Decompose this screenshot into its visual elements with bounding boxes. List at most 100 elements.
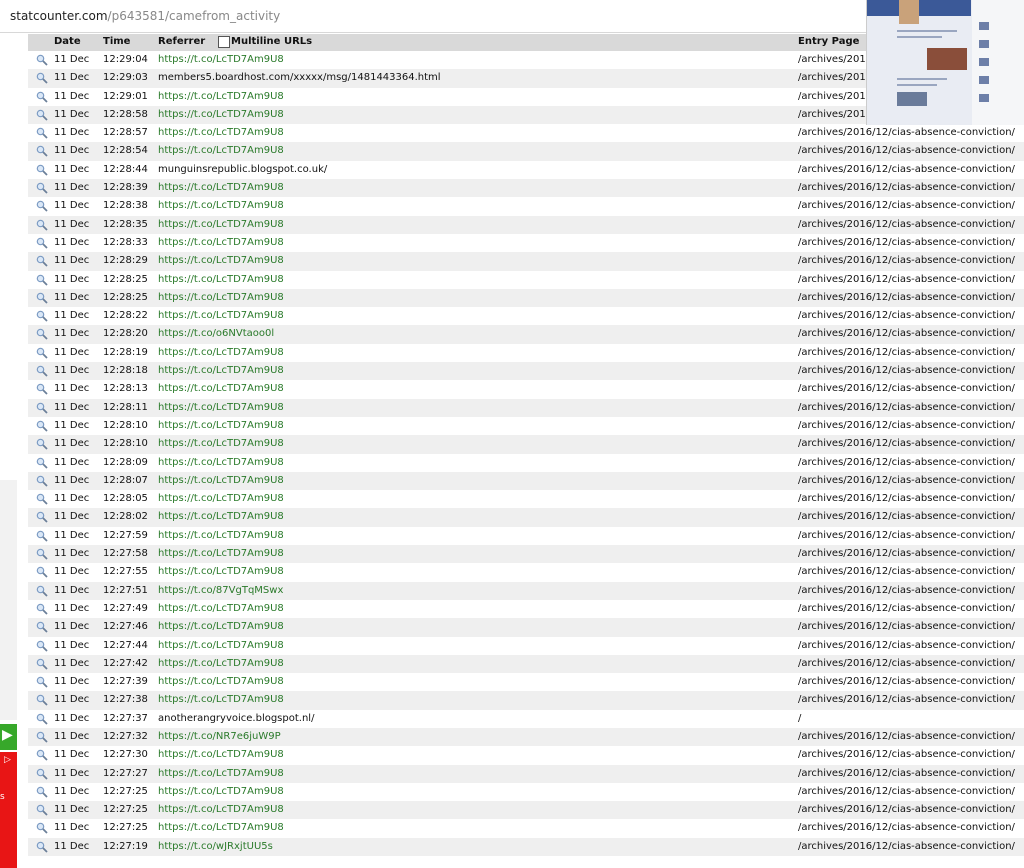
cell-referrer-link[interactable]: https://t.co/LcTD7Am9U8 (158, 124, 284, 142)
magnifier-icon[interactable] (36, 585, 48, 597)
cell-entry-page[interactable]: /archives/2016/12/cias-absence-convictio… (798, 142, 1015, 160)
magnifier-icon[interactable] (36, 402, 48, 414)
cell-entry-page[interactable]: /archives/2016/12/cias-absence-convictio… (798, 545, 1015, 563)
cell-entry-page[interactable]: /archives/2016/12/cias-absence-convictio… (798, 399, 1015, 417)
magnifier-icon[interactable] (36, 328, 48, 341)
cell-entry-page[interactable]: /archives/2016/12/cias-absence-convictio… (798, 454, 1015, 472)
cell-entry-page[interactable]: /archives/2016/12/cias-absence-convictio… (798, 252, 1015, 270)
magnifier-icon[interactable] (36, 438, 48, 450)
magnifier-icon[interactable] (36, 237, 48, 249)
magnifier-icon[interactable] (36, 109, 48, 121)
cell-referrer-link[interactable]: https://t.co/LcTD7Am9U8 (158, 545, 284, 563)
cell-entry-page[interactable]: /archives/2016/12/cias-absence-convictio… (798, 563, 1015, 581)
header-time[interactable]: Time (103, 36, 130, 47)
cell-entry-page[interactable]: /archives/2016/12/cias-absence-convictio… (798, 362, 1015, 380)
magnifier-icon[interactable] (36, 566, 48, 578)
cell-referrer-link[interactable]: https://t.co/LcTD7Am9U8 (158, 783, 284, 801)
cell-entry-page[interactable]: /archives/2016/12/cias-absence-convictio… (798, 417, 1015, 435)
cell-referrer-link[interactable]: anotherangryvoice.blogspot.nl/ (158, 710, 314, 728)
cell-referrer-link[interactable]: https://t.co/LcTD7Am9U8 (158, 746, 284, 764)
magnifier-icon[interactable] (36, 274, 48, 286)
magnifier-icon[interactable] (36, 475, 48, 487)
magnifier-icon[interactable] (36, 548, 48, 560)
magnifier-icon[interactable] (36, 182, 48, 194)
cell-referrer-link[interactable]: https://t.co/LcTD7Am9U8 (158, 271, 284, 289)
magnifier-icon[interactable] (36, 310, 48, 322)
cell-referrer-link[interactable]: https://t.co/LcTD7Am9U8 (158, 454, 284, 472)
cell-referrer-link[interactable]: https://t.co/LcTD7Am9U8 (158, 765, 284, 783)
magnifier-icon[interactable] (36, 420, 48, 432)
cell-entry-page[interactable]: /archives/2016/12/cias-absence-convictio… (798, 307, 1015, 325)
cell-entry-page[interactable]: /archives/2016/12/cias-absence-convictio… (798, 819, 1015, 837)
cell-entry-page[interactable]: / (798, 710, 801, 728)
cell-entry-page[interactable]: /archives/2016/12/cias-absence-convictio… (798, 234, 1015, 252)
cell-entry-page[interactable]: /archives/2016/12/cias-absence-convictio… (798, 216, 1015, 234)
cell-referrer-link[interactable]: https://t.co/LcTD7Am9U8 (158, 618, 284, 636)
cell-referrer-link[interactable]: https://t.co/LcTD7Am9U8 (158, 179, 284, 197)
magnifier-icon[interactable] (36, 383, 48, 395)
cell-referrer-link[interactable]: https://t.co/LcTD7Am9U8 (158, 527, 284, 545)
cell-entry-page[interactable]: /archives/2016/12/cias-absence-convictio… (798, 508, 1015, 526)
cell-referrer-link[interactable]: https://t.co/LcTD7Am9U8 (158, 216, 284, 234)
cell-entry-page[interactable]: /archives/2016 (798, 69, 872, 87)
magnifier-icon[interactable] (36, 457, 48, 469)
magnifier-icon[interactable] (36, 127, 48, 139)
cell-referrer-link[interactable]: https://t.co/LcTD7Am9U8 (158, 417, 284, 435)
cell-referrer-link[interactable]: munguinsrepublic.blogspot.co.uk/ (158, 161, 327, 179)
multiline-urls-label[interactable]: Multiline URLs (231, 36, 312, 47)
magnifier-icon[interactable] (36, 768, 48, 780)
magnifier-icon[interactable] (36, 804, 48, 816)
magnifier-icon[interactable] (36, 219, 48, 231)
cell-entry-page[interactable]: /archives/2016/12/cias-absence-convictio… (798, 325, 1015, 343)
cell-entry-page[interactable]: /archives/2016/12/cias-absence-convictio… (798, 783, 1015, 801)
cell-entry-page[interactable]: /archives/2016/12/cias-absence-convictio… (798, 728, 1015, 746)
green-arrow-button[interactable]: ▶ (0, 724, 17, 750)
cell-entry-page[interactable]: /archives/2016/12/cias-absence-convictio… (798, 472, 1015, 490)
cell-referrer-link[interactable]: https://t.co/LcTD7Am9U8 (158, 88, 284, 106)
magnifier-icon[interactable] (36, 347, 48, 359)
cell-referrer-link[interactable]: https://t.co/o6NVtaoo0l (158, 325, 274, 343)
cell-entry-page[interactable]: /archives/2016/12/cias-absence-convictio… (798, 746, 1015, 764)
magnifier-icon[interactable] (36, 530, 48, 542)
cell-referrer-link[interactable]: https://t.co/LcTD7Am9U8 (158, 600, 284, 618)
cell-referrer-link[interactable]: https://t.co/87VgTqMSwx (158, 582, 283, 600)
cell-referrer-link[interactable]: https://t.co/LcTD7Am9U8 (158, 563, 284, 581)
cell-entry-page[interactable]: /archives/2016/12/cias-absence-convictio… (798, 344, 1015, 362)
cell-referrer-link[interactable]: https://t.co/LcTD7Am9U8 (158, 655, 284, 673)
cell-entry-page[interactable]: /archives/2016/12/cias-absence-convictio… (798, 765, 1015, 783)
magnifier-icon[interactable] (36, 621, 48, 633)
multiline-urls-checkbox[interactable] (218, 36, 230, 48)
cell-referrer-link[interactable]: https://t.co/LcTD7Am9U8 (158, 106, 284, 124)
cell-referrer-link[interactable]: https://t.co/LcTD7Am9U8 (158, 362, 284, 380)
cell-entry-page[interactable]: /archives/2016 (798, 88, 872, 106)
cell-entry-page[interactable]: /archives/2016/12/cias-absence-convictio… (798, 801, 1015, 819)
magnifier-icon[interactable] (36, 822, 48, 835)
cell-entry-page[interactable]: /archives/2016/12/cias-absence-convictio… (798, 271, 1015, 289)
magnifier-icon[interactable] (36, 511, 48, 524)
magnifier-icon[interactable] (36, 841, 48, 853)
magnifier-icon[interactable] (36, 91, 48, 103)
magnifier-icon[interactable] (36, 731, 48, 743)
cell-referrer-link[interactable]: https://t.co/LcTD7Am9U8 (158, 51, 284, 69)
magnifier-icon[interactable] (36, 292, 48, 304)
magnifier-icon[interactable] (36, 713, 48, 725)
cell-referrer-link[interactable]: https://t.co/LcTD7Am9U8 (158, 197, 284, 215)
cell-referrer-link[interactable]: members5.boardhost.com/xxxxx/msg/1481443… (158, 69, 441, 87)
magnifier-icon[interactable] (36, 145, 48, 158)
cell-entry-page[interactable]: /archives/2016/12/cias-absence-convictio… (798, 161, 1015, 179)
cell-referrer-link[interactable]: https://t.co/LcTD7Am9U8 (158, 142, 284, 160)
cell-referrer-link[interactable]: https://t.co/NR7e6juW9P (158, 728, 281, 746)
red-ad-block[interactable]: ▷ s (0, 752, 17, 868)
magnifier-icon[interactable] (36, 200, 48, 213)
cell-referrer-link[interactable]: https://t.co/LcTD7Am9U8 (158, 380, 284, 398)
cell-entry-page[interactable]: /archives/2016/12/cias-absence-convictio… (798, 673, 1015, 691)
magnifier-icon[interactable] (36, 255, 48, 267)
cell-entry-page[interactable]: /archives/2016/12/cias-absence-convictio… (798, 289, 1015, 307)
cell-referrer-link[interactable]: https://t.co/LcTD7Am9U8 (158, 234, 284, 252)
cell-referrer-link[interactable]: https://t.co/LcTD7Am9U8 (158, 691, 284, 709)
cell-entry-page[interactable]: /archives/2016/12/cias-absence-convictio… (798, 527, 1015, 545)
cell-referrer-link[interactable]: https://t.co/LcTD7Am9U8 (158, 399, 284, 417)
cell-entry-page[interactable]: /archives/2016/12/cias-absence-convictio… (798, 380, 1015, 398)
magnifier-icon[interactable] (36, 493, 48, 505)
cell-referrer-link[interactable]: https://t.co/LcTD7Am9U8 (158, 819, 284, 837)
